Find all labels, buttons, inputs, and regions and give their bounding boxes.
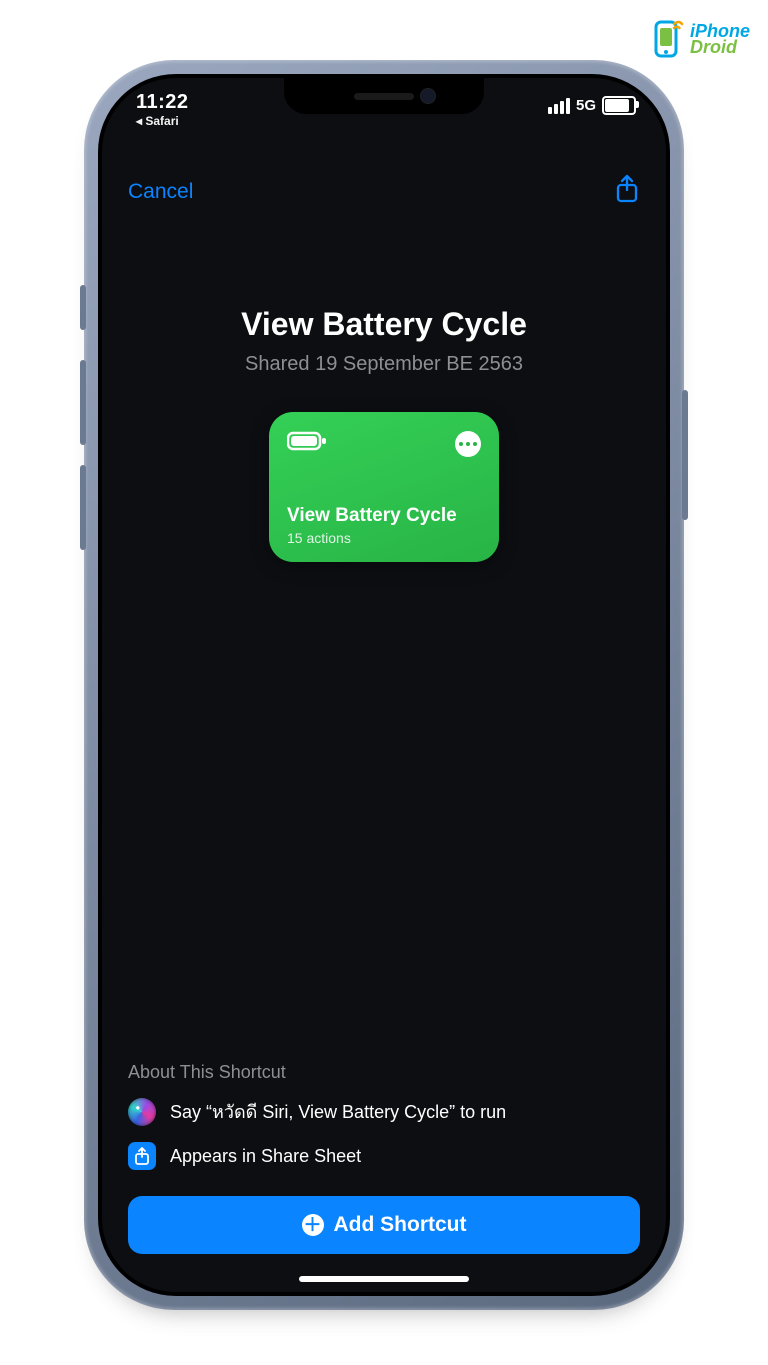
siri-hint-row: Say “หวัดดี Siri, View Battery Cycle” to…	[128, 1097, 640, 1126]
more-options-button[interactable]	[455, 431, 481, 457]
speaker-grille	[354, 93, 414, 100]
front-camera	[420, 88, 436, 104]
shortcut-card-title: View Battery Cycle	[287, 505, 481, 528]
back-to-app[interactable]: ◂ Safari	[136, 115, 189, 127]
siri-icon	[128, 1098, 156, 1126]
shortcut-card-actions: 15 actions	[287, 530, 481, 546]
share-icon	[614, 174, 640, 204]
phone-mockup: 11:22 ◂ Safari 5G Cancel	[84, 60, 684, 1310]
about-heading: About This Shortcut	[128, 1062, 640, 1083]
battery-glyph-icon	[287, 430, 327, 457]
cellular-signal-icon	[548, 98, 570, 114]
plus-circle-icon: ＋	[302, 1214, 324, 1236]
logo-text-2: Droid	[690, 37, 737, 57]
shortcut-card[interactable]: View Battery Cycle 15 actions	[269, 412, 499, 562]
network-type: 5G	[576, 97, 596, 114]
add-shortcut-button[interactable]: ＋ Add Shortcut	[128, 1196, 640, 1254]
share-sheet-row: Appears in Share Sheet	[128, 1142, 640, 1170]
page-title: View Battery Cycle	[128, 306, 640, 343]
volume-down-button	[80, 465, 86, 550]
share-button[interactable]	[614, 174, 640, 209]
screen: 11:22 ◂ Safari 5G Cancel	[102, 78, 666, 1292]
mute-switch	[80, 285, 86, 330]
power-button	[682, 390, 688, 520]
notch	[284, 78, 484, 114]
navigation-bar: Cancel	[102, 174, 666, 209]
phone-logo-icon	[650, 18, 684, 60]
status-time: 11:22	[136, 92, 189, 112]
home-indicator[interactable]	[299, 1276, 469, 1282]
cancel-button[interactable]: Cancel	[128, 180, 193, 204]
source-watermark: iPhone Droid	[650, 18, 750, 60]
volume-up-button	[80, 360, 86, 445]
battery-icon	[602, 96, 636, 115]
share-sheet-text: Appears in Share Sheet	[170, 1146, 361, 1167]
siri-hint-text: Say “หวัดดี Siri, View Battery Cycle” to…	[170, 1097, 506, 1126]
page-subtitle: Shared 19 September BE 2563	[128, 353, 640, 376]
share-sheet-icon	[128, 1142, 156, 1170]
add-shortcut-label: Add Shortcut	[334, 1213, 467, 1237]
about-section: About This Shortcut Say “หวัดดี Siri, Vi…	[128, 1062, 640, 1186]
